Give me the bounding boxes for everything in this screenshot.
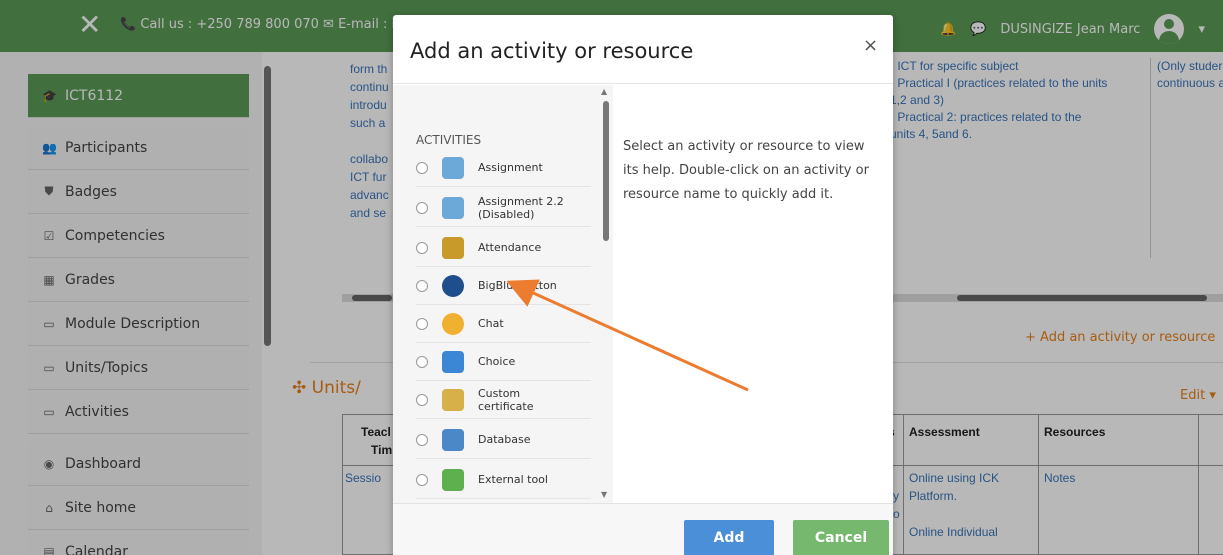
radio-button[interactable] <box>416 161 428 174</box>
help-text: Select an activity or resource to view i… <box>623 139 869 202</box>
radio-button[interactable] <box>416 279 428 292</box>
activity-label: Database <box>478 433 531 446</box>
add-activity-dialog: Add an activity or resource × ACTIVITIES… <box>393 15 893 555</box>
activity-option-database[interactable]: Database <box>416 421 591 459</box>
cancel-button[interactable]: Cancel <box>793 520 889 555</box>
database-icon <box>442 428 464 451</box>
dialog-title: Add an activity or resource <box>410 39 694 63</box>
certificate-icon <box>442 388 464 411</box>
assignment-icon <box>442 196 464 219</box>
assignment-icon <box>442 156 464 179</box>
activity-label: Assignment 2.2 (Disabled) <box>478 194 564 221</box>
divider <box>393 83 893 84</box>
chat-icon <box>442 312 464 335</box>
activity-label: BigBlueButton <box>478 279 557 292</box>
activity-label: Custom certificate <box>478 386 534 413</box>
activity-label: Choice <box>478 355 516 368</box>
radio-button[interactable] <box>416 473 428 486</box>
activity-label: Assignment <box>478 161 543 174</box>
bigbluebutton-icon <box>442 274 464 297</box>
activity-option-choice[interactable]: Choice <box>416 343 591 381</box>
activity-label: Chat <box>478 317 504 330</box>
radio-button[interactable] <box>416 433 428 446</box>
activity-option-bigbluebutton[interactable]: BigBlueButton <box>416 267 591 305</box>
activity-label: External tool <box>478 473 548 486</box>
attendance-icon <box>442 236 464 259</box>
activity-option-attendance[interactable]: Attendance <box>416 229 591 267</box>
scrollbar-thumb[interactable] <box>603 101 609 241</box>
dialog-footer: Add Cancel <box>393 503 893 555</box>
activity-label: Attendance <box>478 241 542 254</box>
radio-button[interactable] <box>416 241 428 254</box>
activities-heading: ACTIVITIES <box>416 133 482 147</box>
activity-option-assignment[interactable]: Assignment <box>416 149 591 187</box>
scroll-down-icon[interactable]: ▼ <box>601 490 607 499</box>
activity-option-external-tool[interactable]: External tool <box>416 461 591 499</box>
add-button[interactable]: Add <box>684 520 774 555</box>
choice-icon <box>442 350 464 373</box>
close-icon[interactable]: × <box>863 35 878 56</box>
scroll-up-icon[interactable]: ▲ <box>601 87 607 96</box>
radio-button[interactable] <box>416 201 428 214</box>
activity-option-assignment-2-2[interactable]: Assignment 2.2 (Disabled) <box>416 189 591 227</box>
list-scrollbar[interactable]: ▲ ▼ <box>600 87 610 501</box>
puzzle-icon <box>442 468 464 491</box>
radio-button[interactable] <box>416 355 428 368</box>
activity-option-chat[interactable]: Chat <box>416 305 591 343</box>
activity-option-custom[interactable]: Custom certificate <box>416 381 591 419</box>
radio-button[interactable] <box>416 393 428 406</box>
activity-list: ACTIVITIES Assignment Assignment 2.2 (Dis… <box>393 85 613 503</box>
radio-button[interactable] <box>416 317 428 330</box>
